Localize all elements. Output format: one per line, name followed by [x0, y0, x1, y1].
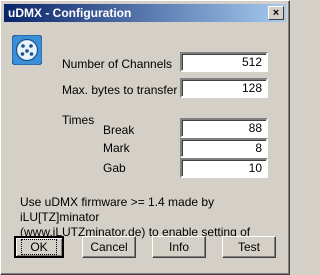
firmware-info-line: Use uDMX firmware >= 1.4 made by iLU[TZ]… [20, 195, 215, 224]
info-button[interactable]: Info [152, 236, 206, 258]
gab-label: Gab [103, 161, 126, 175]
max-bytes-field[interactable] [180, 78, 268, 98]
times-label: Times [62, 113, 95, 127]
break-label: Break [103, 123, 135, 137]
window-title: uDMX - Configuration [8, 6, 132, 20]
max-bytes-label: Max. bytes to transfer [62, 83, 178, 97]
cancel-button[interactable]: Cancel [82, 236, 136, 258]
title-bar[interactable]: uDMX - Configuration × [4, 4, 286, 22]
ok-button-label: OK [21, 239, 57, 255]
close-button[interactable]: × [268, 6, 284, 20]
mark-field[interactable] [180, 138, 268, 158]
break-field[interactable] [180, 118, 268, 138]
mark-label: Mark [103, 141, 130, 155]
test-button[interactable]: Test [222, 236, 276, 258]
channels-field[interactable] [180, 52, 268, 72]
channels-label: Number of Channels [62, 57, 173, 71]
dmx-connector-icon [12, 35, 42, 65]
ok-button[interactable]: OK [14, 236, 64, 258]
gab-field[interactable] [180, 158, 268, 178]
